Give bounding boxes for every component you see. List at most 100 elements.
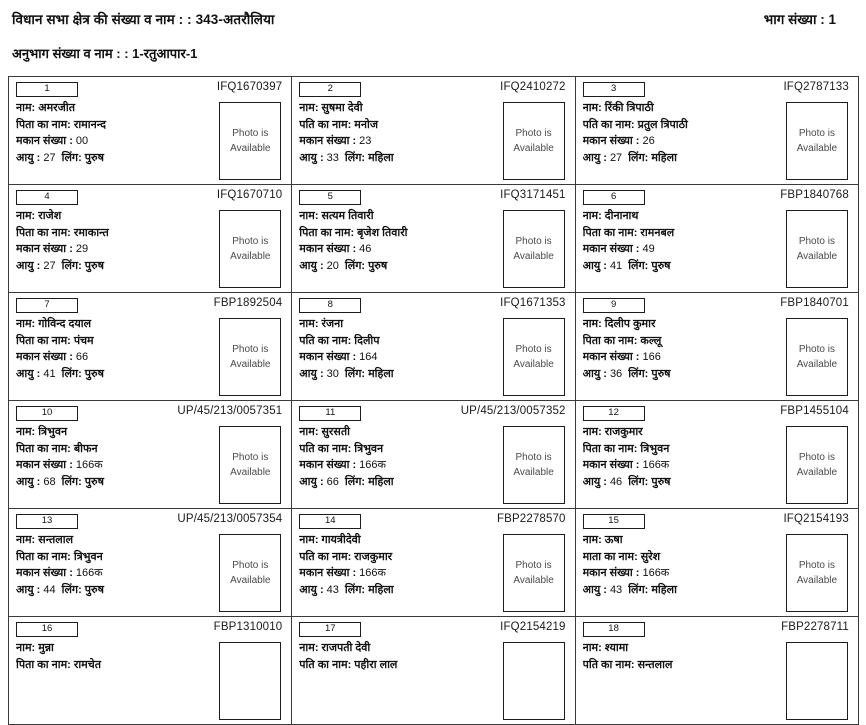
voter-fields: नाम: राजपती देवी पति का नाम: पहीरा लाल [299, 640, 496, 720]
photo-status-line-1: Photo is [798, 452, 835, 463]
card-top-row: 9 FBP1840701 [582, 297, 851, 314]
card-body: नाम: अमरजीत पिता का नाम: रामानन्द मकान संख्य… [16, 100, 284, 180]
card-top-row: 10 UP/45/213/0057351 [16, 405, 284, 422]
house-number-value: 26 [642, 135, 655, 147]
voter-name: दिलीप कुमार [604, 318, 656, 330]
voter-record-card: 11 UP/45/213/0057352 नाम: सुरसती पति का नाम:… [292, 401, 576, 509]
house-number-value: 66 [75, 351, 89, 363]
relation-label: पति का नाम: [299, 658, 352, 671]
voter-fields: नाम: ऊषा माता का नाम: सुरेश मकान संख्या :166… [583, 532, 780, 612]
voter-name: गोविन्द दयाल [38, 318, 92, 330]
voter-record-card: 8 IFQ1671353 नाम: रंजना पति का नाम: दिलीप मकान… [292, 293, 576, 401]
house-number-value: 23 [359, 135, 372, 147]
card-body: नाम: दिलीप कुमार पिता का नाम: कल्लू मकान संख… [583, 316, 851, 396]
voter-photo-placeholder: Photo isAvailable [219, 318, 282, 396]
age-gender-line: आयु :66 लिंग: महिला [299, 474, 496, 491]
epic-id: IFQ2787133 [783, 81, 849, 93]
voter-name: सत्यम तिवारी [321, 210, 374, 222]
section-title: अनुभाग संख्या व नाम : : 1-रतुआपार-1 [12, 46, 198, 61]
photo-status-line-2: Available [230, 143, 271, 154]
voter-photo-placeholder: Photo isAvailable [785, 642, 848, 720]
voter-fields: नाम: गोविन्द दयाल पिता का नाम: पंचम मकान संख… [16, 316, 213, 396]
name-line: नाम: श्यामा [583, 640, 780, 657]
card-body: नाम:मुन्नापिता का नाम:रामचेतPhoto isAvai… [16, 640, 284, 720]
name-label: नाम: [582, 534, 602, 546]
serial-number-box: 16 [16, 622, 78, 637]
photo-status-line-2: Available [230, 251, 271, 262]
age-gender-line: आयु :41 लिंग: पुरुष [16, 366, 213, 383]
name-label: नाम: [299, 534, 319, 546]
house-number-label: मकान संख्या : [299, 351, 357, 363]
name-label: नाम: [582, 426, 602, 438]
age-gender-line: आयु :27 लिंग: महिला [583, 150, 780, 167]
age-gender-line: आयु :41 लिंग: पुरुष [583, 258, 780, 275]
card-top-row: 2 IFQ2410272 [299, 81, 567, 98]
serial-number-box: 17 [299, 622, 362, 637]
voter-name: गायत्रीदेवी [321, 534, 361, 546]
name-line: नाम: राजकुमार [583, 424, 780, 441]
serial-number-box: 6 [582, 190, 645, 205]
gender-label: लिंग: [628, 475, 649, 488]
voter-name: सन्तलाल [38, 534, 74, 546]
card-top-row: 18 FBP2278711 [582, 621, 851, 638]
card-top-row: 13 UP/45/213/0057354 [16, 513, 284, 530]
age-label: आयु : [299, 367, 324, 380]
name-label: नाम: [582, 642, 602, 654]
relation-line: पिता का नाम: बीफन [16, 441, 213, 458]
voter-records-grid: 1 IFQ1670397 नाम: अमरजीत पिता का नाम: रामानन्… [8, 76, 859, 725]
photo-status-line-1: Photo is [232, 344, 269, 355]
relation-name: रामचेत [73, 658, 102, 671]
relation-name: राजकुमार [354, 550, 393, 563]
house-number-line: मकान संख्या :166क [299, 457, 496, 474]
photo-status-line-1: Photo is [798, 560, 835, 571]
gender-label: लिंग: [61, 151, 82, 164]
photo-status-line-1: Photo is [232, 452, 269, 463]
gender-value: पुरुष [84, 583, 104, 596]
voter-photo-placeholder: Photo isAvailable [219, 642, 282, 720]
voter-record-card: 14 FBP2278570 नाम: गायत्रीदेवी पति का नाम: रा… [292, 509, 576, 617]
gender-label: लिंग: [628, 583, 649, 596]
gender-label: लिंग: [628, 151, 649, 164]
epic-id: FBP1892504 [213, 297, 283, 309]
photo-status-line-2: Available [230, 467, 271, 478]
photo-status-line-2: Available [513, 467, 554, 478]
card-body: नाम: राजेश पिता का नाम: रमाकान्त मकान संख्या… [16, 208, 284, 288]
voter-photo-placeholder: Photo is Available [219, 426, 282, 504]
photo-status-line-2: Available [513, 143, 554, 154]
name-line: नाम: राजपती देवी [299, 640, 496, 657]
relation-label: पिता का नाम: [582, 442, 638, 455]
card-top-row: 5 IFQ3171451 [299, 189, 567, 206]
name-label: नाम: [16, 426, 36, 438]
age-value: 68 [43, 475, 56, 488]
voter-photo-placeholder: Photo isAvailable [502, 642, 565, 720]
name-line: नाम: गायत्रीदेवी [299, 532, 496, 549]
serial-number-box: 3 [582, 82, 645, 97]
photo-status-line-1: Photo is [232, 128, 269, 139]
relation-label: पिता का नाम: [299, 226, 355, 239]
age-value: 27 [609, 151, 623, 164]
card-body: नाम: रंजना पति का नाम: दिलीप मकान संख्या :16… [299, 316, 567, 396]
relation-label: पिता का नाम: [16, 442, 71, 455]
card-body: नाम: सुरसती पति का नाम: त्रिभुवन मकान संख्या… [299, 424, 567, 504]
epic-id: FBP2278570 [496, 513, 566, 525]
serial-number-box: 2 [299, 82, 362, 97]
gender-label: लिंग: [61, 259, 82, 272]
voter-photo-placeholder: Photo isAvailable [785, 426, 848, 504]
gender-value: महिला [368, 475, 394, 488]
voter-name: श्यामा [604, 642, 629, 654]
photo-status-line-2: Available [796, 143, 838, 154]
voter-record-card: 18 FBP2278711 नाम: श्यामा पति का नाम: सन्तलाल… [575, 617, 859, 725]
age-gender-line: आयु :46 लिंग: पुरुष [583, 474, 780, 491]
voter-fields: नाम: त्रिभुवन पिता का नाम: बीफन मकान संख्या … [16, 424, 213, 504]
name-line: नाम: रंजना [299, 316, 496, 333]
house-number-line: मकान संख्या :166क [583, 565, 780, 582]
house-number-value: 49 [642, 243, 655, 255]
relation-line: पति का नाम: सन्तलाल [583, 657, 780, 674]
name-label: नाम: [582, 210, 602, 222]
age-label: आयु : [299, 151, 324, 164]
age-gender-line: आयु :27 लिंग: पुरुष [16, 258, 213, 275]
photo-status-line-1: Photo is [798, 128, 835, 139]
age-label: आयु : [16, 475, 41, 488]
relation-name: पहीरा लाल [354, 658, 398, 671]
age-value: 41 [43, 367, 56, 380]
